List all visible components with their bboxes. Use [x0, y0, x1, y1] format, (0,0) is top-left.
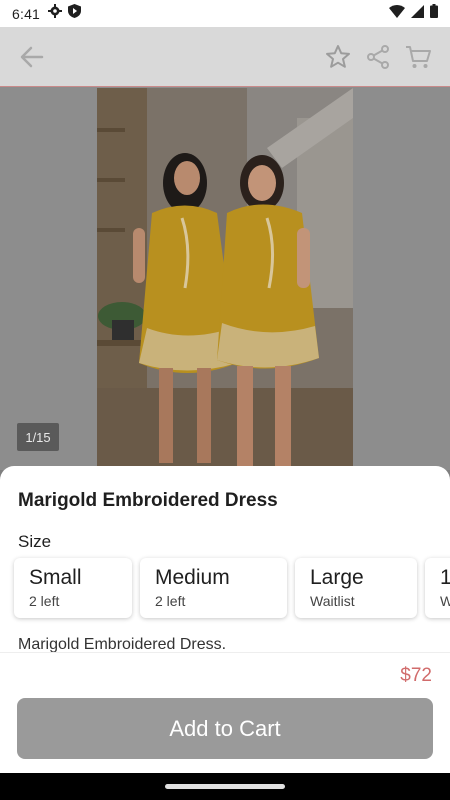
size-name: Medium: [155, 566, 230, 589]
size-name: 1: [440, 566, 450, 589]
shield-icon: [68, 4, 82, 23]
size-label: Size: [18, 532, 52, 551]
home-gesture-handle[interactable]: [165, 784, 285, 789]
add-to-cart-button[interactable]: Add to Cart: [17, 698, 433, 759]
star-icon[interactable]: [318, 37, 358, 77]
size-option-small[interactable]: Small 2 left: [14, 558, 132, 618]
size-availability: Waitlist: [310, 593, 355, 609]
purchase-panel: $72 Add to Cart: [0, 653, 450, 773]
settings-icon: [48, 4, 63, 23]
size-name: Small: [29, 566, 82, 589]
battery-icon: [430, 4, 438, 23]
share-icon[interactable]: [358, 37, 398, 77]
size-options: Small 2 left Medium 2 left Large Waitlis…: [14, 558, 450, 618]
cell-signal-icon: [411, 4, 424, 23]
status-bar: 6:41: [0, 0, 450, 27]
image-counter: 1/15: [17, 423, 59, 451]
size-option-partial[interactable]: 1 W: [425, 558, 450, 618]
size-option-large[interactable]: Large Waitlist: [295, 558, 417, 618]
cart-icon[interactable]: [398, 37, 438, 77]
status-time: 6:41: [12, 5, 41, 22]
size-name: Large: [310, 566, 364, 589]
size-availability: 2 left: [155, 593, 186, 609]
size-availability: W: [440, 593, 450, 609]
size-availability: 2 left: [29, 593, 60, 609]
back-arrow-icon[interactable]: [12, 37, 52, 77]
product-photo[interactable]: [97, 88, 353, 468]
app-bar: [0, 27, 450, 87]
system-nav-bar: [0, 773, 450, 800]
size-option-medium[interactable]: Medium 2 left: [140, 558, 287, 618]
product-sheet: Marigold Embroidered Dress Size Small 2 …: [0, 466, 450, 773]
product-title: Marigold Embroidered Dress: [18, 490, 278, 511]
product-price: $72: [400, 665, 432, 686]
wifi-icon: [389, 4, 405, 23]
